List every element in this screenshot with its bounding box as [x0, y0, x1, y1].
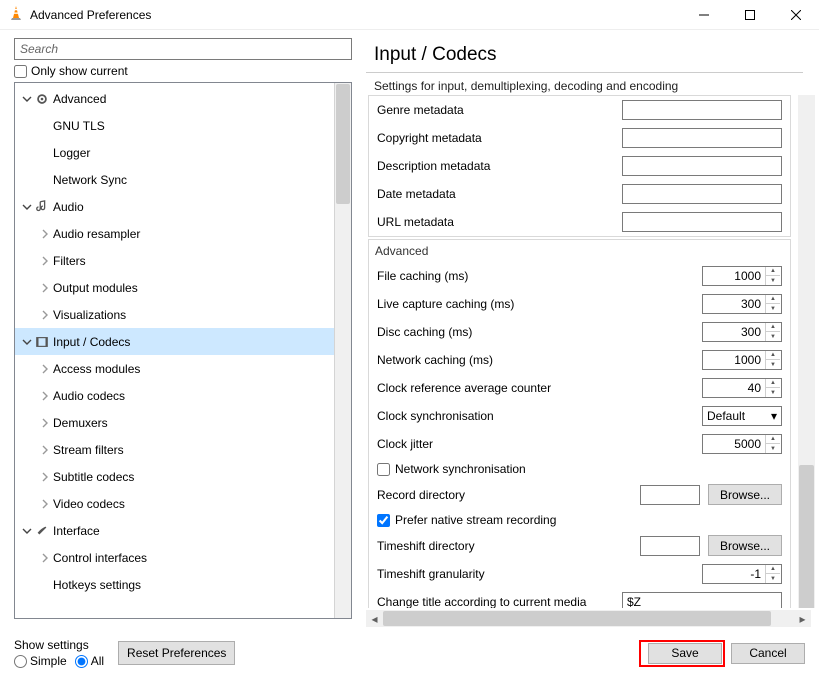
- save-button[interactable]: Save: [648, 643, 722, 664]
- url-label: URL metadata: [377, 215, 614, 229]
- chevron-down-icon: [21, 202, 33, 212]
- timeshift-gran-spinner[interactable]: ▲▼: [702, 564, 782, 584]
- record-dir-input[interactable]: [640, 485, 700, 505]
- file-caching-spinner[interactable]: ▲▼: [702, 266, 782, 286]
- tree-scrollbar[interactable]: [334, 83, 351, 618]
- tree-item-logger[interactable]: Logger: [15, 139, 351, 166]
- tree-item-stream-filters[interactable]: Stream filters: [15, 436, 351, 463]
- network-caching-spinner[interactable]: ▲▼: [702, 350, 782, 370]
- tree-item-audio-resampler[interactable]: Audio resampler: [15, 220, 351, 247]
- category-tree[interactable]: Advanced GNU TLS Logger Network Sync Aud…: [14, 82, 352, 619]
- titlebar: Advanced Preferences: [0, 0, 819, 30]
- tree-item-video-codecs[interactable]: Video codecs: [15, 490, 351, 517]
- timeshift-gran-label: Timeshift granularity: [377, 567, 694, 581]
- tree-item-interface[interactable]: Interface: [15, 517, 351, 544]
- vlc-cone-icon: [8, 5, 24, 24]
- prefer-native-checkbox[interactable]: Prefer native stream recording: [377, 513, 556, 527]
- search-input[interactable]: [14, 38, 352, 60]
- tree-item-hotkeys-settings[interactable]: Hotkeys settings: [15, 571, 351, 598]
- window-title: Advanced Preferences: [30, 8, 681, 22]
- chevron-down-icon: [21, 337, 33, 347]
- date-input[interactable]: [622, 184, 782, 204]
- timeshift-dir-label: Timeshift directory: [377, 539, 632, 553]
- clock-jitter-label: Clock jitter: [377, 437, 694, 451]
- description-label: Description metadata: [377, 159, 614, 173]
- save-highlight-box: Save: [639, 640, 725, 667]
- chevron-right-icon: ▸: [794, 610, 811, 627]
- copyright-input[interactable]: [622, 128, 782, 148]
- music-note-icon: [33, 200, 51, 214]
- brush-icon: [33, 524, 51, 538]
- clock-jitter-spinner[interactable]: ▲▼: [702, 434, 782, 454]
- chevron-right-icon: [39, 499, 51, 509]
- url-input[interactable]: [622, 212, 782, 232]
- minimize-button[interactable]: [681, 0, 727, 29]
- tree-item-filters[interactable]: Filters: [15, 247, 351, 274]
- chevron-right-icon: [39, 310, 51, 320]
- network-caching-label: Network caching (ms): [377, 353, 694, 367]
- tree-item-input-codecs[interactable]: Input / Codecs: [15, 328, 351, 355]
- timeshift-dir-browse-button[interactable]: Browse...: [708, 535, 782, 556]
- chevron-right-icon: [39, 229, 51, 239]
- film-icon: [33, 335, 51, 349]
- only-show-current-checkbox[interactable]: Only show current: [14, 64, 352, 78]
- clock-sync-label: Clock synchronisation: [377, 409, 694, 423]
- reset-preferences-button[interactable]: Reset Preferences: [118, 641, 235, 665]
- tree-item-advanced[interactable]: Advanced: [15, 85, 351, 112]
- network-sync-checkbox[interactable]: Network synchronisation: [377, 462, 526, 476]
- settings-hscrollbar[interactable]: ◂ ▸: [366, 610, 811, 627]
- cancel-button[interactable]: Cancel: [731, 643, 805, 664]
- genre-input[interactable]: [622, 100, 782, 120]
- description-input[interactable]: [622, 156, 782, 176]
- tree-item-access-modules[interactable]: Access modules: [15, 355, 351, 382]
- date-label: Date metadata: [377, 187, 614, 201]
- chevron-down-icon: ▾: [771, 409, 777, 423]
- tree-item-control-interfaces[interactable]: Control interfaces: [15, 544, 351, 571]
- tree-item-output-modules[interactable]: Output modules: [15, 274, 351, 301]
- tree-item-subtitle-codecs[interactable]: Subtitle codecs: [15, 463, 351, 490]
- show-settings-label: Show settings: [14, 638, 104, 652]
- live-caching-spinner[interactable]: ▲▼: [702, 294, 782, 314]
- tree-item-visualizations[interactable]: Visualizations: [15, 301, 351, 328]
- clock-ref-label: Clock reference average counter: [377, 381, 694, 395]
- close-button[interactable]: [773, 0, 819, 29]
- advanced-group-header: Advanced: [368, 239, 791, 262]
- settings-scrollbar[interactable]: [798, 95, 815, 608]
- clock-ref-spinner[interactable]: ▲▼: [702, 378, 782, 398]
- simple-radio[interactable]: Simple: [14, 654, 67, 668]
- chevron-down-icon: [21, 526, 33, 536]
- file-caching-label: File caching (ms): [377, 269, 694, 283]
- all-radio[interactable]: All: [75, 654, 104, 668]
- change-title-label: Change title according to current media: [377, 595, 614, 608]
- tree-item-audio[interactable]: Audio: [15, 193, 351, 220]
- live-caching-label: Live capture caching (ms): [377, 297, 694, 311]
- chevron-right-icon: [39, 391, 51, 401]
- chevron-right-icon: [39, 472, 51, 482]
- record-dir-label: Record directory: [377, 488, 632, 502]
- disc-caching-label: Disc caching (ms): [377, 325, 694, 339]
- chevron-right-icon: [39, 445, 51, 455]
- tree-item-network-sync[interactable]: Network Sync: [15, 166, 351, 193]
- chevron-right-icon: [39, 256, 51, 266]
- chevron-right-icon: [39, 418, 51, 428]
- chevron-right-icon: [39, 553, 51, 563]
- clock-sync-combo[interactable]: Default▾: [702, 406, 782, 426]
- chevron-right-icon: [39, 364, 51, 374]
- tree-item-demuxers[interactable]: Demuxers: [15, 409, 351, 436]
- record-dir-browse-button[interactable]: Browse...: [708, 484, 782, 505]
- disc-caching-spinner[interactable]: ▲▼: [702, 322, 782, 342]
- copyright-label: Copyright metadata: [377, 131, 614, 145]
- genre-label: Genre metadata: [377, 103, 614, 117]
- maximize-button[interactable]: [727, 0, 773, 29]
- tree-item-audio-codecs[interactable]: Audio codecs: [15, 382, 351, 409]
- page-title: Input / Codecs: [366, 30, 803, 73]
- timeshift-dir-input[interactable]: [640, 536, 700, 556]
- page-description: Settings for input, demultiplexing, deco…: [362, 73, 815, 95]
- chevron-down-icon: [21, 94, 33, 104]
- tree-item-gnu-tls[interactable]: GNU TLS: [15, 112, 351, 139]
- gear-icon: [33, 92, 51, 106]
- chevron-right-icon: [39, 283, 51, 293]
- chevron-left-icon: ◂: [366, 610, 383, 627]
- change-title-input[interactable]: [622, 592, 782, 608]
